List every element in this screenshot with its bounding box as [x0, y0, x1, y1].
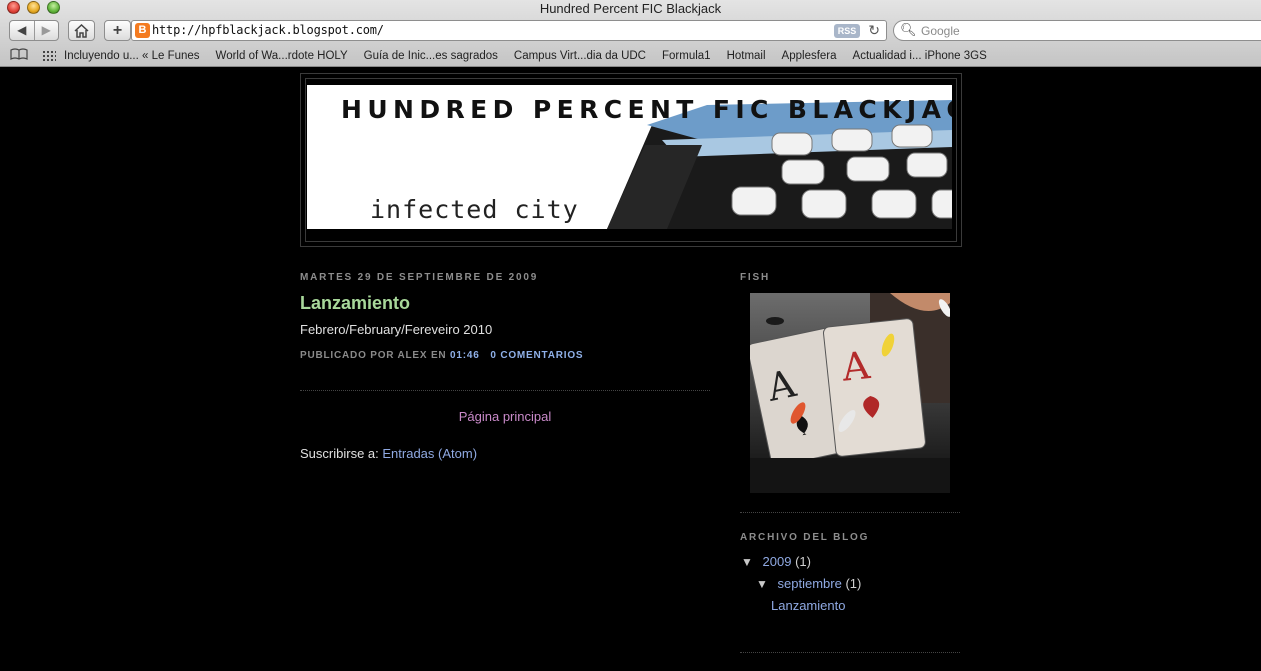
post-body: Febrero/February/Fereveiro 2010 — [300, 322, 493, 337]
archive-post-row: Lanzamiento — [771, 598, 845, 613]
archive-post-link[interactable]: Lanzamiento — [771, 598, 845, 613]
archive-month-row: ▼ septiembre (1) — [756, 576, 861, 591]
fish-heading: FISH — [740, 272, 770, 283]
home-page-link[interactable]: Página principal — [300, 409, 710, 424]
post-time-link[interactable]: 01:46 — [450, 350, 480, 361]
search-placeholder: Google — [921, 24, 960, 38]
bookmark-item[interactable]: Formula1 — [662, 50, 711, 62]
expand-triangle-icon[interactable]: ▼ — [741, 555, 753, 569]
aces-cards-illustration: A A — [750, 293, 950, 493]
subscribe-line: Suscribirse a: Entradas (Atom) — [300, 446, 477, 461]
blog-title: HUNDRED PERCENT FIC BLACKJACK — [341, 95, 952, 124]
forward-arrow-icon[interactable]: ▶ — [35, 21, 59, 40]
subscribe-label: Suscribirse a: — [300, 446, 379, 461]
post-footer: PUBLICADO POR ALEX EN 01:46 0 COMENTARIO… — [300, 350, 583, 361]
window-title: Hundred Percent FIC Blackjack — [539, 1, 722, 16]
post-author-label: PUBLICADO POR ALEX EN — [300, 350, 447, 361]
bookmark-item[interactable]: Actualidad i... iPhone 3GS — [853, 50, 987, 62]
back-forward-buttons: ◀ ▶ — [9, 20, 59, 41]
svg-text:A: A — [839, 343, 872, 390]
post-title[interactable]: Lanzamiento — [300, 293, 410, 314]
archive-year-row: ▼ 2009 (1) — [741, 554, 811, 569]
browser-chrome: Hundred Percent FIC Blackjack ◀ ▶ + B ht… — [0, 0, 1261, 67]
title-bar: Hundred Percent FIC Blackjack — [0, 0, 1261, 17]
browser-toolbar: ◀ ▶ + B http://hpfblackjack.blogspot.com… — [0, 18, 1261, 44]
grid-icon[interactable] — [42, 50, 56, 61]
magnifier-icon: 🔍︎ — [900, 22, 917, 37]
url-text[interactable]: http://hpfblackjack.blogspot.com/ — [152, 23, 384, 37]
bookmark-item[interactable]: World of Wa...rdote HOLY — [216, 50, 348, 62]
plus-icon: + — [112, 21, 123, 39]
home-icon — [74, 23, 89, 38]
bookmark-item[interactable]: Guía de Inic...es sagrados — [364, 50, 498, 62]
comments-link[interactable]: 0 COMENTARIOS — [490, 350, 583, 361]
header-banner-image[interactable]: HUNDRED PERCENT FIC BLACKJACK infected c… — [307, 85, 952, 229]
bookmark-item[interactable]: Applesfera — [782, 50, 837, 62]
fish-cards-image[interactable]: A A — [750, 293, 950, 493]
archive-year-count: (1) — [795, 554, 811, 569]
archive-month-count: (1) — [845, 576, 862, 591]
rss-button[interactable]: RSS — [834, 24, 860, 38]
post-divider — [300, 390, 710, 391]
home-button[interactable] — [68, 20, 95, 41]
book-icon[interactable] — [10, 48, 28, 63]
archive-heading: ARCHIVO DEL BLOG — [740, 532, 870, 543]
search-field[interactable]: 🔍︎ Google — [893, 20, 1261, 41]
blog-header: HUNDRED PERCENT FIC BLACKJACK infected c… — [300, 73, 962, 247]
post-date: MARTES 29 DE SEPTIEMBRE DE 2009 — [300, 272, 539, 283]
address-bar[interactable]: B http://hpfblackjack.blogspot.com/ RSS … — [131, 20, 887, 41]
expand-triangle-icon[interactable]: ▼ — [756, 577, 768, 591]
reload-icon[interactable]: ↻ — [868, 22, 880, 39]
bookmark-item[interactable]: Incluyendo u... « Le Funes — [64, 50, 200, 62]
bookmark-item[interactable]: Hotmail — [727, 50, 766, 62]
add-bookmark-button[interactable]: + — [104, 20, 131, 41]
blog-subtitle: infected city — [370, 195, 579, 224]
bookmarks-bar: Incluyendo u... « Le Funes World of Wa..… — [0, 45, 1261, 66]
sidebar-divider-bottom — [740, 652, 960, 653]
bookmark-item[interactable]: Campus Virt...dia da UDC — [514, 50, 646, 62]
archive-year-link[interactable]: 2009 — [763, 554, 792, 569]
back-arrow-icon[interactable]: ◀ — [10, 21, 35, 40]
blogger-favicon-icon: B — [135, 23, 150, 38]
archive-month-link[interactable]: septiembre — [778, 576, 842, 591]
sidebar-divider — [740, 512, 960, 513]
atom-feed-link[interactable]: Entradas (Atom) — [382, 446, 477, 461]
